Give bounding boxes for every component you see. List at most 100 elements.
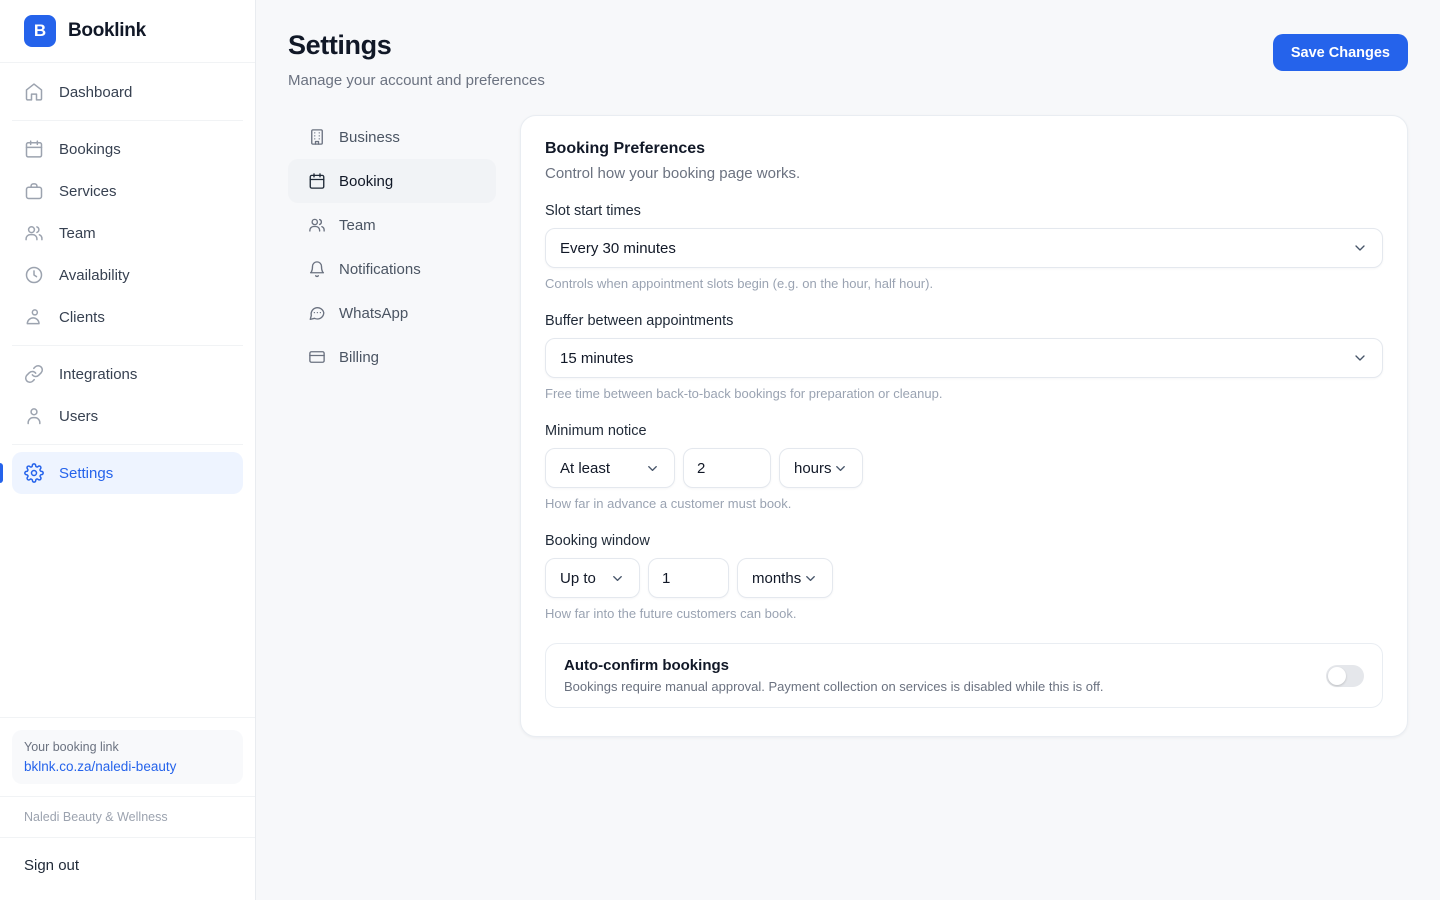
person-icon [24, 307, 44, 327]
sidebar-item-label: Team [59, 225, 96, 242]
gear-icon [24, 463, 44, 483]
tab-whatsapp[interactable]: WhatsApp [288, 291, 496, 335]
chevron-down-icon [803, 571, 818, 586]
divider [12, 120, 243, 121]
sidebar-item-label: Dashboard [59, 84, 132, 101]
slot-start-field: Slot start times Every 30 minutes Contro… [545, 203, 1383, 291]
chevron-down-icon [1352, 240, 1368, 256]
auto-confirm-toggle[interactable] [1326, 665, 1364, 687]
calendar-icon [308, 172, 326, 190]
booking-link-label: Your booking link [24, 740, 231, 754]
sidebar-item-dashboard[interactable]: Dashboard [12, 71, 243, 113]
sidebar-nav: Dashboard Bookings Services Team Availa [0, 63, 255, 494]
sidebar-item-clients[interactable]: Clients [12, 296, 243, 338]
booking-preferences-panel: Booking Preferences Control how your boo… [520, 115, 1408, 737]
booking-window-help: How far into the future customers can bo… [545, 606, 1383, 621]
booking-window-qualifier-value: Up to [560, 570, 596, 587]
sidebar-item-integrations[interactable]: Integrations [12, 353, 243, 395]
chevron-down-icon [645, 461, 660, 476]
min-notice-label: Minimum notice [545, 423, 1383, 439]
sidebar-item-label: Bookings [59, 141, 121, 158]
min-notice-field: Minimum notice At least hours [545, 423, 1383, 511]
min-notice-help: How far in advance a customer must book. [545, 496, 1383, 511]
app-name: Booklink [68, 20, 146, 42]
settings-nav: Business Booking Team Notifications [288, 115, 496, 379]
min-notice-qualifier-value: At least [560, 460, 610, 477]
chevron-down-icon [1352, 350, 1368, 366]
chat-bubble-icon [308, 304, 326, 322]
main-content: Settings Manage your account and prefere… [256, 0, 1440, 769]
tab-label: WhatsApp [339, 305, 408, 322]
sidebar-item-services[interactable]: Services [12, 170, 243, 212]
tab-label: Team [339, 217, 376, 234]
page-title: Settings [288, 30, 545, 61]
sidebar-item-availability[interactable]: Availability [12, 254, 243, 296]
buffer-label: Buffer between appointments [545, 313, 1383, 329]
min-notice-unit-value: hours [794, 460, 832, 477]
min-notice-unit-select[interactable]: hours [779, 448, 863, 488]
sidebar-item-users[interactable]: Users [12, 395, 243, 437]
sidebar-footer: Your booking link bklnk.co.za/naledi-bea… [0, 717, 255, 900]
users-icon [308, 216, 326, 234]
divider [12, 444, 243, 445]
credit-card-icon [308, 348, 326, 366]
users-icon [24, 223, 44, 243]
sidebar-item-bookings[interactable]: Bookings [12, 128, 243, 170]
tab-notifications[interactable]: Notifications [288, 247, 496, 291]
buffer-help: Free time between back-to-back bookings … [545, 386, 1383, 401]
toggle-knob [1328, 667, 1346, 685]
save-changes-button[interactable]: Save Changes [1273, 34, 1408, 71]
calendar-icon [24, 139, 44, 159]
booking-window-amount-input[interactable] [648, 558, 729, 598]
sidebar-item-team[interactable]: Team [12, 212, 243, 254]
app-logo: B Booklink [0, 0, 255, 63]
slot-start-value: Every 30 minutes [560, 240, 676, 257]
bell-icon [308, 260, 326, 278]
slot-start-label: Slot start times [545, 203, 1383, 219]
sidebar-item-label: Settings [59, 465, 113, 482]
auto-confirm-row: Auto-confirm bookings Bookings require m… [545, 643, 1383, 708]
sidebar-item-settings[interactable]: Settings [12, 452, 243, 494]
link-icon [24, 364, 44, 384]
tab-label: Business [339, 129, 400, 146]
tab-business[interactable]: Business [288, 115, 496, 159]
booking-link-card: Your booking link bklnk.co.za/naledi-bea… [12, 730, 243, 784]
sidebar-item-label: Integrations [59, 366, 137, 383]
home-icon [24, 82, 44, 102]
booking-window-field: Booking window Up to months [545, 533, 1383, 621]
page-header: Settings Manage your account and prefere… [288, 30, 1408, 89]
booking-link-url[interactable]: bklnk.co.za/naledi-beauty [24, 759, 231, 774]
logo-icon: B [24, 15, 56, 47]
tab-label: Booking [339, 173, 393, 190]
min-notice-amount-input[interactable] [683, 448, 771, 488]
sidebar-item-label: Services [59, 183, 117, 200]
sidebar-item-label: Users [59, 408, 98, 425]
buffer-select[interactable]: 15 minutes [545, 338, 1383, 378]
panel-subtitle: Control how your booking page works. [545, 165, 1383, 182]
auto-confirm-description: Bookings require manual approval. Paymen… [564, 679, 1104, 694]
booking-window-unit-value: months [752, 570, 801, 587]
sidebar: B Booklink Dashboard Bookings Services [0, 0, 256, 900]
tab-team[interactable]: Team [288, 203, 496, 247]
page-subtitle: Manage your account and preferences [288, 72, 545, 89]
booking-window-qualifier-select[interactable]: Up to [545, 558, 640, 598]
slot-start-help: Controls when appointment slots begin (e… [545, 276, 1383, 291]
auto-confirm-label: Auto-confirm bookings [564, 657, 1104, 674]
building-icon [308, 128, 326, 146]
slot-start-select[interactable]: Every 30 minutes [545, 228, 1383, 268]
panel-title: Booking Preferences [545, 140, 1383, 158]
tab-billing[interactable]: Billing [288, 335, 496, 379]
sign-out-button[interactable]: Sign out [0, 837, 255, 900]
min-notice-qualifier-select[interactable]: At least [545, 448, 675, 488]
divider [12, 345, 243, 346]
buffer-value: 15 minutes [560, 350, 633, 367]
tab-booking[interactable]: Booking [288, 159, 496, 203]
tab-label: Notifications [339, 261, 421, 278]
clock-icon [24, 265, 44, 285]
booking-window-unit-select[interactable]: months [737, 558, 833, 598]
chevron-down-icon [610, 571, 625, 586]
sidebar-item-label: Clients [59, 309, 105, 326]
chevron-down-icon [833, 461, 848, 476]
briefcase-icon [24, 181, 44, 201]
business-name: Naledi Beauty & Wellness [0, 796, 255, 837]
